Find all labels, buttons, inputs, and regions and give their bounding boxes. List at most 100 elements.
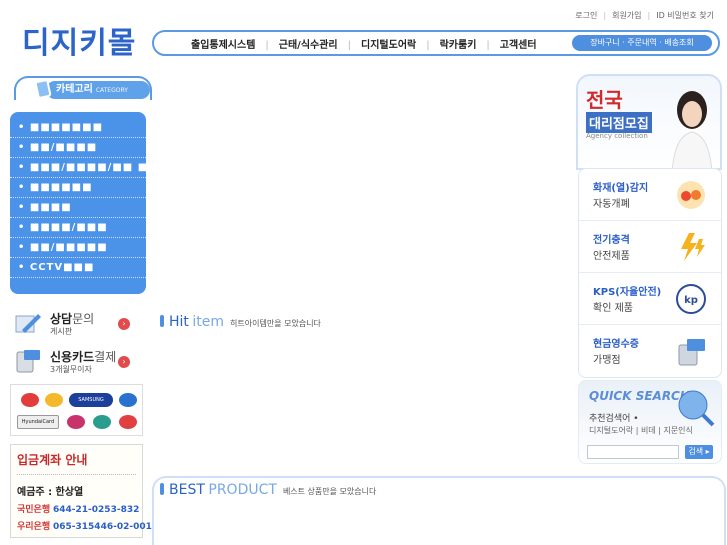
feature-kps[interactable]: KPS(자율안전) 확인 제품 kp <box>579 273 721 325</box>
kps-badge-text: kp <box>684 295 698 306</box>
fire-icon <box>677 181 705 209</box>
nav-item-access-control[interactable]: 출입통제시스템 <box>184 40 262 51</box>
hit-subtitle: 히트아이템만을 모았습니다 <box>230 319 321 328</box>
hit-item-heading: Hit item 히트아이템만을 모았습니다 <box>160 314 321 330</box>
best-subtitle: 베스트 상품만을 모았습니다 <box>282 487 377 496</box>
search-input[interactable] <box>587 445 679 459</box>
category-title: 카테고리 CATEGORY <box>46 81 150 99</box>
feature-subtitle: 가맹점 <box>593 355 621 366</box>
consult-title-sub: 문의 <box>72 312 95 326</box>
agency-caption: Agency collection <box>586 132 648 140</box>
card-terminal-icon <box>678 339 705 366</box>
lightning-icon <box>681 233 705 261</box>
site-logo[interactable]: 디지키몰 <box>22 18 136 62</box>
feature-subtitle: 확인 제품 <box>593 303 633 314</box>
category-item[interactable]: • ■■■■/■■■ <box>10 218 146 238</box>
consult-title-main: 상담 <box>50 312 73 326</box>
category-item[interactable]: • ■■■■■■■ <box>10 118 146 138</box>
nav-item-attendance[interactable]: 근태/식수관리 <box>272 40 345 51</box>
feature-title: 전기충격 <box>593 235 630 246</box>
cart-order-links[interactable]: 장바구니 · 주문내역 · 배송조회 <box>572 35 712 51</box>
card-pay-title-main: 신용카드 <box>50 350 95 364</box>
feature-title: 화재(열)감지 <box>593 183 649 194</box>
quick-search-box: QUICK SEARCH 추천검색어 • 디지털도어락 | 비데 | 지문인식 … <box>578 380 722 464</box>
divider: | <box>647 11 651 20</box>
heading-bar <box>160 483 164 495</box>
card-company-logos: SAMSUNG HyundaiCard <box>10 384 143 436</box>
best-title: BEST <box>169 482 205 498</box>
feature-electric-shock[interactable]: 전기충격 안전제품 <box>579 221 721 273</box>
bank-row: 국민은행 644-21-0253-832 <box>17 502 140 515</box>
category-item[interactable]: • ■■/■■■■ <box>10 138 146 158</box>
category-list: • ■■■■■■■ • ■■/■■■■ • ■■■/■■■■/■■ ■ • ■■… <box>10 112 146 294</box>
card-pay-subtitle: 3개월무이자 <box>50 365 92 374</box>
best-title-sub: PRODUCT <box>208 482 277 498</box>
hyundai-card-logo: HyundaiCard <box>17 415 59 429</box>
agency-subtitle: 대리점모집 <box>586 112 652 133</box>
search-button[interactable]: 검색 ▸ <box>685 445 713 459</box>
divider: | <box>603 11 607 20</box>
top-links: 로그인 | 회원가입 | ID 비밀번호 찾기 <box>572 10 717 21</box>
join-link[interactable]: 회원가입 <box>609 11 644 20</box>
consult-subtitle: 게시판 <box>50 327 73 336</box>
category-item[interactable]: • ■■■/■■■■/■■ ■ <box>10 158 146 178</box>
kb-card-logo <box>45 393 63 407</box>
feature-fire-sensor[interactable]: 화재(열)감지 자동개폐 <box>579 169 721 221</box>
category-item[interactable]: • ■■■■■■ <box>10 178 146 198</box>
divider: | <box>486 40 490 51</box>
globe-search-icon <box>678 390 715 427</box>
pen-icon <box>15 314 41 333</box>
card-payment-link[interactable]: 신용카드결제 3개월무이자 › <box>10 346 142 378</box>
hit-title: Hit <box>169 314 189 330</box>
nav-item-customer-center[interactable]: 고객센터 <box>493 40 544 51</box>
main-nav: 출입통제시스템 | 근태/식수관리 | 디지털도어락 | 락카룸키 | 고객센터 장바구니 · … <box>152 30 720 56</box>
bank-name: 우리은행 <box>17 522 51 532</box>
feature-title: KPS(자율안전) <box>593 287 662 298</box>
card-pay-title-sub: 결제 <box>94 350 117 364</box>
nav-item-doorlock[interactable]: 디지털도어락 <box>354 40 423 51</box>
model-photo <box>671 91 713 168</box>
category-item[interactable]: • ■■■■ <box>10 198 146 218</box>
quick-search-label: 추천검색어 • <box>589 414 639 424</box>
arrow-right-icon: › <box>118 356 130 368</box>
lotte-card-logo <box>119 415 137 429</box>
bank-title: 입금계좌 안내 <box>17 451 136 475</box>
category-header: 카테고리 CATEGORY <box>14 76 152 100</box>
bank-row: 우리은행 065-315446-02-001 <box>17 519 152 532</box>
account-number: 644-21-0253-832 <box>53 505 140 515</box>
account-holder: 예금주 : 한상열 <box>17 487 84 498</box>
agency-recruit-banner[interactable]: 전국 대리점모집 Agency collection <box>576 74 722 170</box>
divider: | <box>347 40 352 51</box>
card-terminal-icon <box>16 350 40 373</box>
lg-card-logo <box>67 415 85 429</box>
feature-cash-receipt[interactable]: 현금영수증 가맹점 <box>579 325 721 377</box>
arrow-right-icon: › <box>118 318 130 330</box>
feature-list: 화재(열)감지 자동개폐 전기충격 안전제품 KPS(자율안전) 확인 제품 k… <box>578 168 722 378</box>
hit-title-sub: item <box>192 314 225 330</box>
feature-title: 현금영수증 <box>593 339 639 350</box>
account-number: 065-315446-02-001 <box>53 522 152 532</box>
category-title-en: CATEGORY <box>95 87 128 94</box>
find-account-link[interactable]: ID 비밀번호 찾기 <box>653 11 717 20</box>
consult-board-link[interactable]: 상담문의 게시판 › <box>10 308 142 340</box>
category-title-text: 카테고리 <box>56 84 93 95</box>
feature-subtitle: 안전제품 <box>593 251 630 262</box>
bc-card-logo <box>21 393 39 407</box>
kps-badge-icon: kp <box>676 284 706 314</box>
category-item[interactable]: • ■■/■■■■■ <box>10 238 146 258</box>
divider: | <box>265 40 269 51</box>
best-product-heading: BEST PRODUCT 베스트 상품만을 모았습니다 <box>160 482 376 498</box>
consult-title: 상담문의 <box>50 310 94 327</box>
agency-title: 전국 <box>586 88 623 112</box>
feature-subtitle: 자동개폐 <box>593 199 630 210</box>
nh-card-logo <box>93 415 111 429</box>
heading-bar <box>160 315 164 327</box>
login-link[interactable]: 로그인 <box>572 11 600 20</box>
samsung-card-logo: SAMSUNG <box>69 393 113 407</box>
card-pay-title: 신용카드결제 <box>50 348 116 365</box>
nav-item-locker-key[interactable]: 락카룸키 <box>433 40 484 51</box>
category-item[interactable]: • CCTV■■■ <box>10 258 146 278</box>
shinhan-card-logo <box>119 393 137 407</box>
bank-name: 국민은행 <box>17 505 51 515</box>
bank-account-box: 입금계좌 안내 예금주 : 한상열 국민은행 644-21-0253-832 우… <box>10 444 152 538</box>
